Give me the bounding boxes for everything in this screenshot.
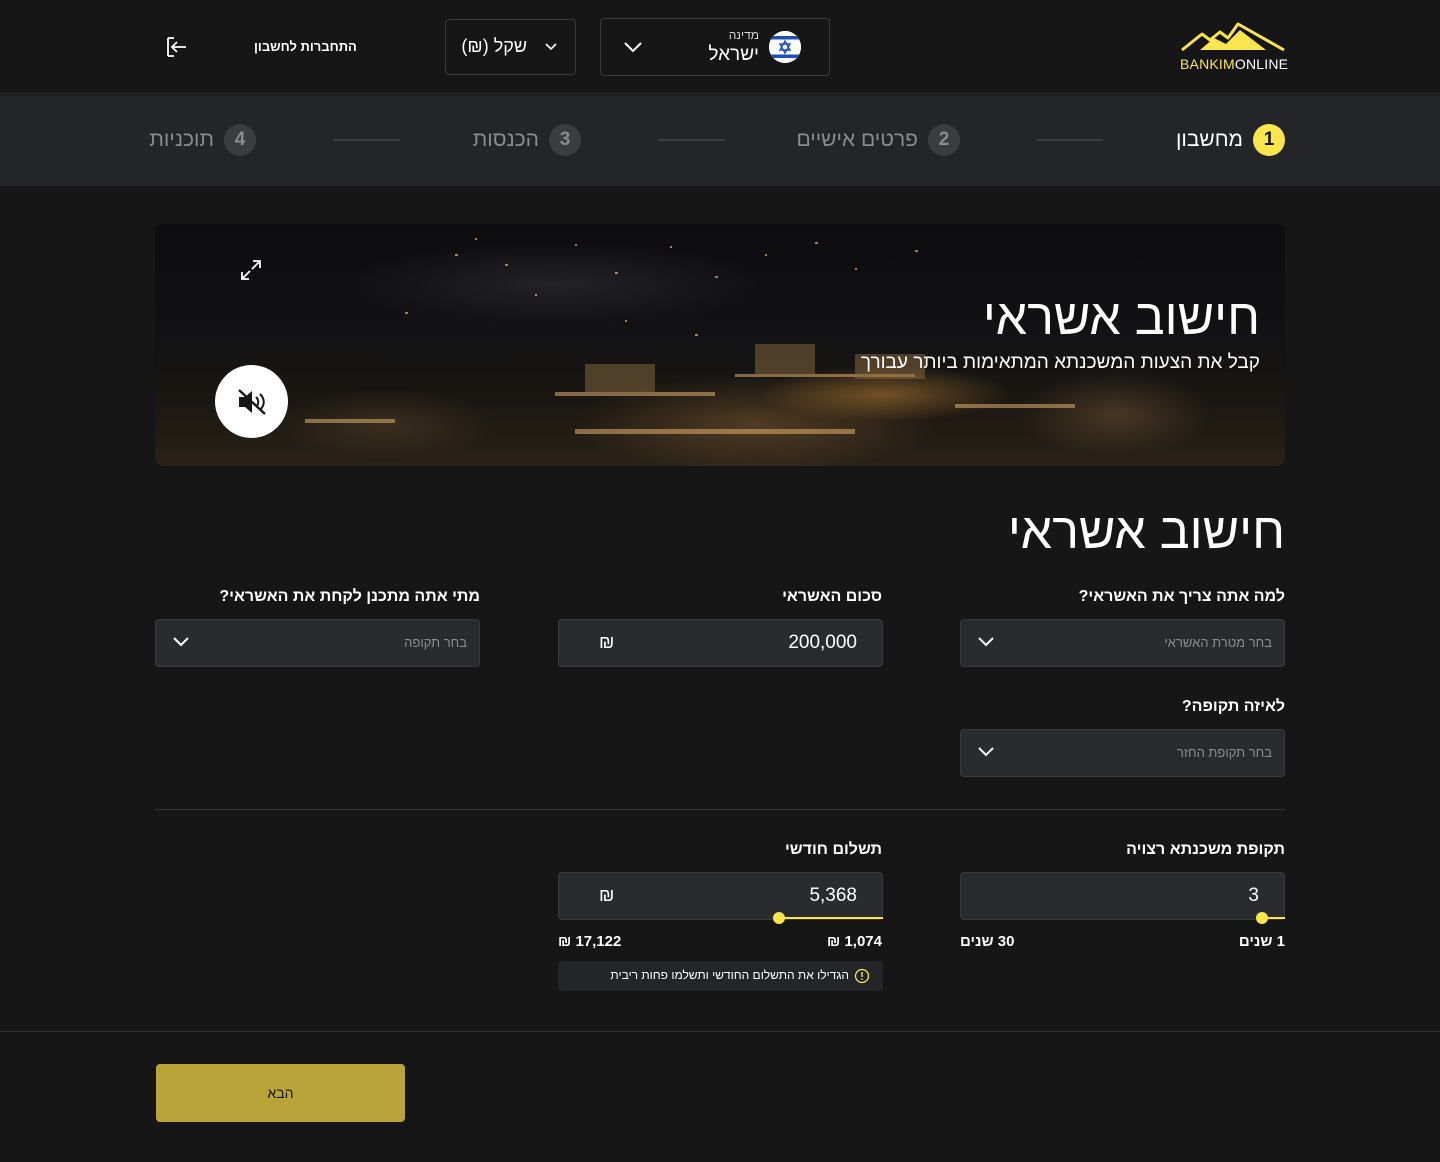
interest-hint-text: הגדילו את התשלום החודשי ותשלמו פחות ריבי… <box>610 968 849 982</box>
monthly-payment-value: 5,368 <box>809 885 857 906</box>
period-placeholder: בחר תקופת החזר <box>1176 745 1272 760</box>
monthly-payment-label: תשלום חודשי <box>784 841 882 858</box>
hero-video[interactable]: חישוב אשראי קבל את הצעות המשכנתא המתאימו… <box>155 224 1285 466</box>
login-link[interactable]: התחברות לחשבון <box>254 39 357 54</box>
footer-divider <box>0 1031 1440 1032</box>
step-personal-details[interactable]: 2 פרטים אישיים <box>796 124 960 156</box>
chevron-down-icon <box>545 43 557 51</box>
mortgage-term-max: 30 שנים <box>960 933 1015 950</box>
step-number: 4 <box>224 124 256 156</box>
step-income[interactable]: 3 הכנסות <box>473 124 581 156</box>
step-number: 1 <box>1253 124 1285 156</box>
step-connector <box>333 139 400 141</box>
purpose-select[interactable]: בחר מטרת האשראי <box>960 619 1285 667</box>
currency-select[interactable]: (₪) שקל <box>445 19 576 75</box>
mortgage-term-slider-thumb[interactable] <box>1256 912 1269 924</box>
monthly-payment-max: 17,122 ₪ <box>558 933 622 950</box>
currency-value: (₪) שקל <box>461 36 527 56</box>
step-programs[interactable]: 4 תוכניות <box>149 124 256 156</box>
step-label: הכנסות <box>472 128 539 151</box>
mortgage-term-value: 3 <box>1248 885 1259 906</box>
page-title: חישוב אשראי <box>1007 503 1285 559</box>
mute-button[interactable] <box>215 365 288 438</box>
purpose-placeholder: בחר מטרת האשראי <box>1164 635 1272 650</box>
login-icon[interactable] <box>166 36 188 58</box>
logo-wordmark: BANKIMONLINE <box>1180 56 1289 72</box>
muted-speaker-icon <box>237 388 266 415</box>
top-header: BANKIMONLINE מדינה ישראל (₪) שקל התחברות… <box>0 0 1440 94</box>
section-divider <box>155 809 1285 810</box>
step-connector <box>1036 139 1103 141</box>
bankim-logo[interactable]: BANKIMONLINE <box>1180 22 1289 72</box>
mortgage-term-input[interactable]: 3 <box>960 872 1285 920</box>
step-label: מחשבון <box>1175 128 1243 151</box>
country-value: ישראל <box>708 44 759 65</box>
israel-flag-icon <box>769 31 801 63</box>
hero-subtitle: קבל את הצעות המשכנתא המתאימות ביותר עבור… <box>860 352 1260 373</box>
when-label: מתי אתה מתכנן לקחת את האשראי? <box>219 588 480 605</box>
next-button[interactable]: הבא <box>156 1064 405 1122</box>
info-icon <box>854 968 870 984</box>
amount-input[interactable]: 200,000 ₪ <box>558 619 883 667</box>
when-select[interactable]: בחר תקופה <box>155 619 480 667</box>
house-roof-logo-icon <box>1181 22 1285 52</box>
chevron-down-icon <box>173 637 189 647</box>
chevron-down-icon <box>624 42 642 53</box>
when-placeholder: בחר תקופה <box>404 635 467 650</box>
shekel-icon: ₪ <box>599 632 615 652</box>
monthly-payment-min: 1,074 ₪ <box>827 933 882 950</box>
purpose-label: למה אתה צריך את האשראי? <box>1078 588 1285 605</box>
chevron-down-icon <box>978 637 994 647</box>
shekel-icon: ₪ <box>599 885 615 905</box>
monthly-payment-slider-fill <box>779 917 883 919</box>
monthly-payment-slider-thumb[interactable] <box>773 912 785 924</box>
progress-stepper: 1 מחשבון 2 פרטים אישיים 3 הכנסות 4 תוכני… <box>0 95 1440 186</box>
monthly-payment-input[interactable]: 5,368 ₪ <box>558 872 883 920</box>
step-label: תוכניות <box>149 128 214 151</box>
step-connector <box>658 139 725 141</box>
interest-hint: הגדילו את התשלום החודשי ותשלמו פחות ריבי… <box>558 961 883 991</box>
step-label: פרטים אישיים <box>796 128 918 151</box>
period-label: לאיזה תקופה? <box>1181 698 1285 715</box>
country-label: מדינה <box>728 28 759 42</box>
step-calculator[interactable]: 1 מחשבון <box>1176 124 1285 156</box>
amount-label: סכום האשראי <box>782 588 882 605</box>
mortgage-term-label: תקופת משכנתא רצויה <box>1126 841 1285 858</box>
step-number: 2 <box>928 124 960 156</box>
amount-value: 200,000 <box>788 632 857 653</box>
hero-title: חישוב אשראי <box>982 289 1260 345</box>
step-number: 3 <box>549 124 581 156</box>
expand-icon[interactable] <box>239 258 263 282</box>
period-select[interactable]: בחר תקופת החזר <box>960 729 1285 777</box>
mortgage-term-min: 1 שנים <box>1238 933 1285 950</box>
chevron-down-icon <box>978 747 994 757</box>
country-select[interactable]: מדינה ישראל <box>600 18 830 76</box>
